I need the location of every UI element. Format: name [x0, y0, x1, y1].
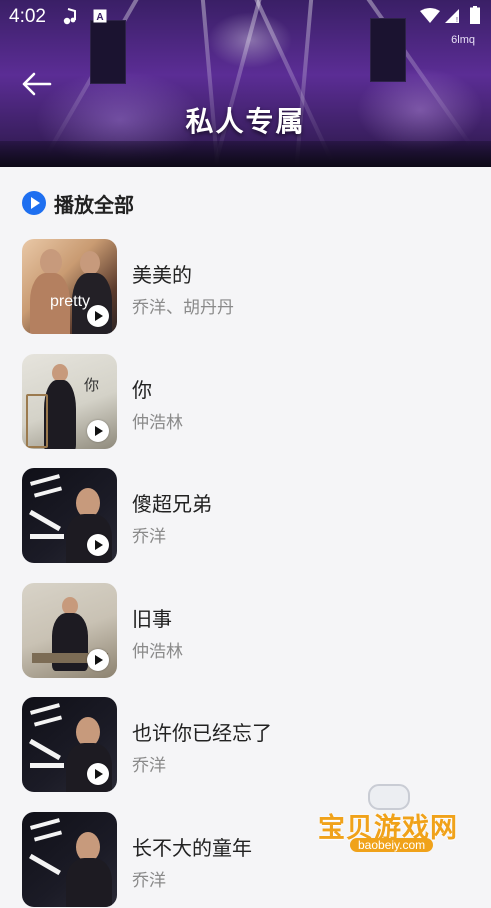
- play-all-label: 播放全部: [54, 192, 134, 217]
- song-item[interactable]: 旧事 仲浩林: [22, 583, 471, 679]
- cover-caption: pretty: [50, 293, 91, 310]
- watermark: 宝贝游戏网 baobeiy.com: [318, 784, 468, 854]
- song-item[interactable]: 也许你已经忘了 乔洋: [22, 697, 471, 793]
- song-artist: 乔洋: [132, 756, 166, 776]
- album-cover: pretty: [22, 239, 117, 334]
- wifi-icon: [420, 8, 440, 29]
- song-item[interactable]: pretty 美美的 乔洋、胡丹丹: [22, 239, 471, 335]
- status-time: 4:02: [9, 6, 46, 27]
- header-banner: 4:02 A ! 6lmq 私人专属: [0, 0, 491, 167]
- signal-icon: !: [444, 8, 460, 29]
- song-title: 旧事: [132, 607, 172, 631]
- network-speed-label: 6lmq: [451, 34, 475, 46]
- song-artist: 乔洋: [132, 527, 166, 547]
- play-all-button[interactable]: 播放全部: [22, 188, 134, 218]
- svg-text:A: A: [96, 12, 103, 23]
- album-cover: 你: [22, 354, 117, 449]
- song-title: 也许你已经忘了: [132, 721, 272, 745]
- back-button[interactable]: [18, 64, 58, 104]
- cover-caption: 你: [84, 377, 100, 394]
- song-item[interactable]: 你 你 仲浩林: [22, 354, 471, 450]
- song-item[interactable]: 傻超兄弟 乔洋: [22, 468, 471, 564]
- album-cover: [22, 468, 117, 563]
- a-letter-icon: A: [93, 9, 107, 28]
- music-note-icon: [62, 8, 78, 31]
- song-artist: 乔洋、胡丹丹: [132, 298, 234, 318]
- watermark-url: baobeiy.com: [350, 838, 434, 852]
- play-icon[interactable]: [87, 649, 109, 671]
- song-artist: 仲浩林: [132, 642, 183, 662]
- album-cover: [22, 697, 117, 792]
- album-cover: [22, 812, 117, 907]
- page-title: 私人专属: [185, 105, 306, 138]
- song-title: 长不大的童年: [132, 836, 252, 860]
- battery-icon: [470, 6, 480, 29]
- play-icon[interactable]: [87, 763, 109, 785]
- song-artist: 仲浩林: [132, 413, 183, 433]
- play-circle-icon: [22, 191, 46, 215]
- play-icon[interactable]: [87, 420, 109, 442]
- status-bar: 4:02 A !: [0, 0, 491, 34]
- song-title: 美美的: [132, 263, 192, 287]
- song-title: 傻超兄弟: [132, 492, 212, 516]
- song-artist: 乔洋: [132, 871, 166, 891]
- svg-text:!: !: [456, 17, 458, 24]
- play-icon[interactable]: [87, 534, 109, 556]
- play-icon[interactable]: [87, 305, 109, 327]
- album-cover: [22, 583, 117, 678]
- song-title: 你: [132, 378, 152, 402]
